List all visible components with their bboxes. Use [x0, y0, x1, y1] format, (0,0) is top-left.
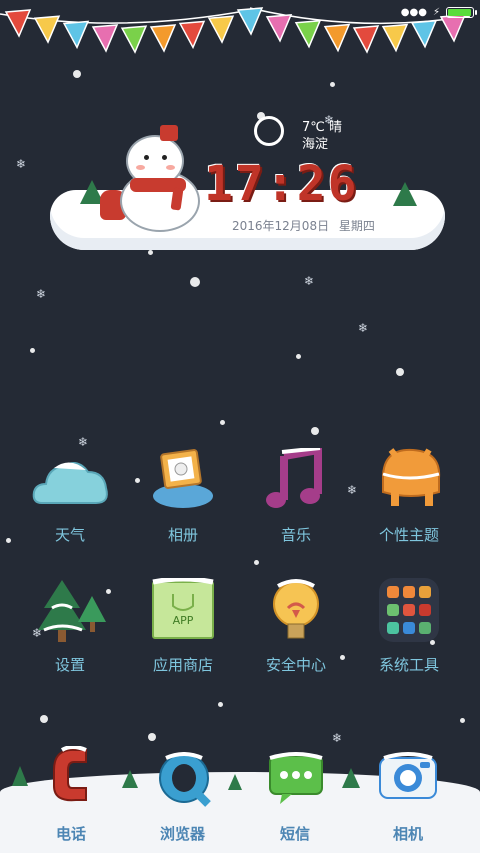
dock-label-browser: 浏览器 [160, 825, 206, 843]
bunting-flag [149, 24, 177, 53]
charging-icon: ⚡ [432, 6, 440, 18]
bunting-flag [236, 7, 264, 36]
bunting-flag [62, 20, 90, 50]
dots-icon: ●●● [400, 6, 427, 18]
battery-icon [446, 6, 477, 18]
dock-camera[interactable] [376, 750, 440, 806]
status-bar: ●●● ⚡ [400, 0, 477, 24]
snowflake-star-icon: ❄ [304, 274, 315, 288]
dock-browser[interactable] [154, 752, 214, 812]
snowflake-star-icon: ❄ [78, 435, 89, 449]
dock-sms[interactable] [266, 752, 326, 808]
snowflake-star-icon: ❄ [16, 157, 27, 171]
theme-icon [369, 448, 449, 516]
lightbulb-icon [256, 578, 336, 646]
app-label: 相册 [167, 526, 198, 544]
app-themes[interactable]: 个性主题 [354, 448, 464, 545]
message-icon [269, 752, 323, 804]
bunting-flag [4, 9, 32, 38]
bunting-flag [323, 23, 351, 53]
tree-icon [12, 766, 28, 786]
cloud-icon [30, 448, 110, 516]
store-badge-text: APP [173, 614, 194, 627]
app-store[interactable]: APP 应用商店 [128, 576, 238, 675]
music-note-icon [256, 445, 336, 516]
snowflake [220, 420, 225, 425]
snowman-scarf [130, 178, 186, 192]
app-label: 应用商店 [152, 656, 213, 674]
phone-icon [53, 745, 87, 802]
dock-label-phone: 电话 [56, 825, 87, 843]
bunting-flag [352, 25, 380, 54]
app-gallery[interactable]: 相册 [128, 448, 238, 545]
app-tools-folder[interactable]: 系统工具 [354, 578, 464, 675]
bunting-flag [207, 15, 235, 44]
snowflake [6, 538, 11, 543]
app-label: 安全中心 [265, 656, 326, 674]
weather-location: 海淀 [302, 137, 329, 152]
snowflake [311, 427, 319, 435]
bunting-flag [410, 19, 438, 49]
dock-label-camera: 相机 [393, 825, 424, 843]
app-label: 系统工具 [378, 656, 439, 674]
snowflake [148, 733, 156, 741]
tree-icon [228, 774, 242, 790]
snowflake-star-icon: ❄ [332, 731, 343, 745]
app-security[interactable]: 安全中心 [241, 578, 351, 675]
dock-label-sms: 短信 [280, 825, 311, 843]
snowflake [296, 354, 301, 359]
snowman-hat [160, 125, 178, 141]
app-label: 设置 [54, 656, 85, 674]
bunting-flag [91, 24, 119, 53]
snowflake [396, 368, 404, 376]
bunting-flag [294, 19, 322, 49]
app-music[interactable]: 音乐 [241, 445, 351, 545]
weather-info[interactable]: 7℃ 晴 海淀 [302, 119, 342, 153]
app-label: 个性主题 [378, 526, 439, 544]
snowflake [330, 82, 335, 87]
app-settings[interactable]: 设置 [15, 578, 125, 675]
tree-icon [342, 768, 360, 788]
bunting-flag [381, 23, 409, 53]
snowflake [254, 560, 259, 565]
camera-icon [379, 752, 437, 799]
snowflake [73, 70, 81, 78]
clock-date: 2016年12月08日 星期四 [232, 219, 375, 233]
snowflake [40, 715, 48, 723]
tree-icon [393, 182, 417, 206]
home-screen: ●●● ⚡ ❄ ❄ ❄ ❄ ❄ ❄ ❄ ❄ ❄ 7℃ 晴 海淀 17:26 20… [0, 0, 480, 853]
snowflake [30, 348, 35, 353]
snowflake-star-icon: ❄ [358, 321, 369, 335]
snowflake [190, 277, 200, 287]
app-store-bag-icon: APP [143, 576, 223, 646]
app-label: 天气 [54, 526, 85, 544]
weather-temp: 7℃ 晴 [302, 120, 343, 135]
tree-icon [122, 770, 138, 788]
bunting-flag [178, 20, 206, 50]
snowflake-star-icon: ❄ [36, 287, 47, 301]
bunting-flag [265, 14, 293, 43]
bunting-flag [33, 15, 61, 44]
bunting-flag [120, 25, 148, 54]
app-label: 音乐 [280, 526, 311, 544]
tools-folder-icon [369, 578, 449, 646]
browser-icon [159, 752, 211, 807]
sun-icon [254, 116, 284, 146]
app-weather[interactable]: 天气 [15, 448, 125, 545]
snowflake [148, 250, 153, 255]
snowflake [218, 702, 223, 707]
snowflake [460, 718, 465, 723]
dock-phone[interactable] [46, 745, 96, 808]
photo-frame-icon [143, 448, 223, 516]
clock-time[interactable]: 17:26 [204, 156, 359, 212]
tree-icon [30, 578, 110, 646]
